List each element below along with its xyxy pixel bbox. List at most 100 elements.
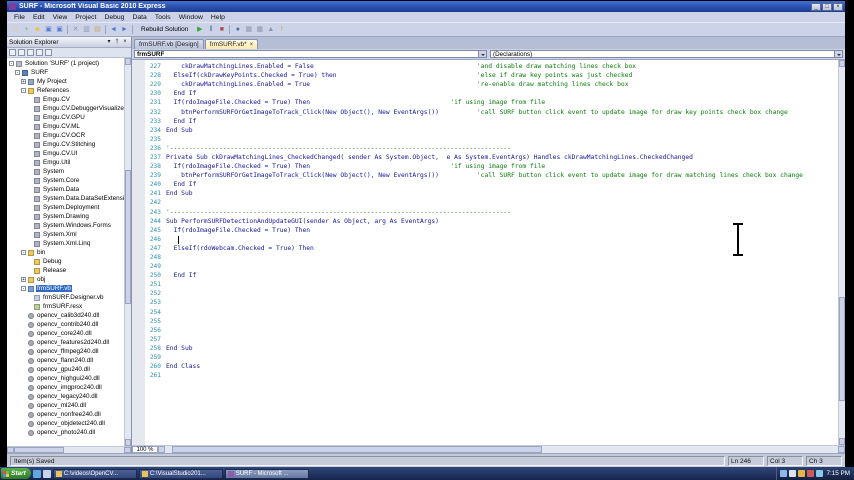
tree-item[interactable]: System.Drawing (7, 212, 124, 221)
tree-item[interactable]: opencv_photo240.dll (7, 428, 124, 437)
code-line[interactable]: 231 If(rdoImageFile.Checked = True) Then… (145, 98, 838, 107)
tree-item[interactable]: Emgu.Util (7, 158, 124, 167)
scroll-left-icon[interactable] (158, 446, 165, 453)
code-line[interactable]: 240 End If (145, 180, 838, 189)
toolbar-error-list-icon[interactable]: ! (276, 24, 287, 35)
chevron-down-icon[interactable] (834, 51, 842, 57)
tree-item[interactable]: Debug (7, 257, 124, 266)
tray-icon-1[interactable] (779, 470, 787, 477)
se-tool-view-code-icon[interactable] (36, 49, 43, 56)
tree-item[interactable]: Emgu.CV (7, 95, 124, 104)
tree-expander-icon[interactable]: + (21, 79, 26, 85)
code-line[interactable]: 234 End Sub (145, 126, 838, 135)
editor-vertical-scrollbar[interactable] (838, 60, 845, 445)
code-line[interactable]: 253 (145, 298, 838, 307)
tree-item[interactable]: Emgu.CV.ML (7, 122, 124, 131)
menu-item-view[interactable]: View (49, 14, 72, 21)
tree-item[interactable]: Emgu.CV.DebuggerVisualizers (7, 104, 124, 113)
code-line[interactable]: 259 (145, 353, 838, 362)
scroll-down-icon[interactable] (125, 439, 131, 446)
tree-item[interactable]: Emgu.CV.GPU (7, 113, 124, 122)
editor-horizontal-scrollbar[interactable]: 100 % (132, 445, 845, 453)
tree-item[interactable]: Emgu.CV.Stitching (7, 140, 124, 149)
toolbar-copy-icon[interactable]: ▥ (81, 24, 92, 35)
tree-item[interactable]: opencv_ffmpeg240.dll (7, 347, 124, 356)
document-tab[interactable]: frmSURF.vb [Design] (134, 39, 204, 49)
se-tool-refresh-icon[interactable] (27, 49, 34, 56)
titlebar-close-button[interactable]: × (833, 2, 843, 11)
code-line[interactable]: 239 btnPerformSURFOrGetImageToTrack_Clic… (145, 171, 838, 180)
toolbar-add-item-icon[interactable]: + (21, 24, 32, 35)
toolbar-break-all-icon[interactable]: ‖ (205, 24, 216, 35)
tree-expander-icon[interactable]: - (21, 250, 26, 256)
tree-item[interactable]: - References (7, 86, 124, 95)
object-dropdown[interactable]: frmSURF (134, 50, 487, 58)
se-tool-show-all-files-icon[interactable] (18, 49, 25, 56)
tree-item[interactable]: opencv_contrib240.dll (7, 320, 124, 329)
code-line[interactable]: 227 ckDrawMatchingLines.Enabled = False … (145, 62, 838, 71)
menu-item-project[interactable]: Project (71, 14, 100, 21)
code-line[interactable]: 241 End Sub (145, 189, 838, 198)
tray-icon-2[interactable] (788, 470, 796, 477)
tree-item[interactable]: opencv_gpu240.dll (7, 365, 124, 374)
tree-item[interactable]: System (7, 167, 124, 176)
code-line[interactable]: 229 ckDrawMatchingLines.Enabled = True '… (145, 80, 838, 89)
tab-close-icon[interactable]: × (250, 42, 254, 48)
toolbar-find-icon[interactable]: ● (232, 24, 243, 35)
code-line[interactable]: 242 (145, 198, 838, 207)
tree-expander-icon[interactable]: - (21, 88, 26, 94)
tree-item[interactable]: opencv_legacy240.dll (7, 392, 124, 401)
scroll-down-icon[interactable] (839, 438, 845, 445)
toolbar-toolbox-icon[interactable]: ▲ (265, 24, 276, 35)
tree-item[interactable]: opencv_highgui240.dll (7, 374, 124, 383)
code-line[interactable]: 256 (145, 326, 838, 335)
close-icon[interactable]: × (121, 38, 129, 46)
code-line[interactable]: 228 ElseIf(ckDrawKeyPoints.Checked = Tru… (145, 71, 838, 80)
se-tool-properties-icon[interactable] (9, 49, 16, 56)
scroll-thumb[interactable] (171, 446, 542, 453)
tree-expander-icon[interactable]: - (9, 61, 14, 67)
toolbar-stop-icon[interactable]: ■ (216, 24, 227, 35)
tree-item[interactable]: + obj (7, 275, 124, 284)
tree-item[interactable]: System.Deployment (7, 203, 124, 212)
taskbar-button[interactable]: SURF - Microsoft ... (224, 468, 309, 479)
scroll-thumb[interactable] (14, 447, 64, 453)
taskbar-button[interactable]: C:\VisualStudio201... (138, 468, 223, 479)
tree-item[interactable]: opencv_objdetect240.dll (7, 419, 124, 428)
tree-item[interactable]: opencv_flann240.dll (7, 356, 124, 365)
toolbar-save-all-icon[interactable]: ▣ (54, 24, 65, 35)
chevron-down-icon[interactable] (478, 51, 486, 57)
code-line[interactable]: 255 (145, 317, 838, 326)
tree-item[interactable]: opencv_calib3d240.dll (7, 311, 124, 320)
tree-item[interactable]: System.Data.DataSetExtensions (7, 194, 124, 203)
taskbar-button[interactable]: C:\videos\OpenCV... (52, 468, 137, 479)
document-tab[interactable]: frmSURF.vb* × (204, 39, 259, 49)
tree-item[interactable]: opencv_core240.dll (7, 329, 124, 338)
scroll-right-icon[interactable] (838, 446, 845, 453)
tree-item[interactable]: - frmSURF.vb (7, 284, 124, 293)
menu-item-tools[interactable]: Tools (151, 14, 175, 21)
scroll-up-icon[interactable] (125, 58, 131, 65)
code-line[interactable]: 238 If(rdoImageFile.Checked = True) Then… (145, 162, 838, 171)
tree-item[interactable]: opencv_nonfree240.dll (7, 410, 124, 419)
code-line[interactable]: 230 End If (145, 89, 838, 98)
tree-item[interactable]: + My Project (7, 77, 124, 86)
toolbar-open-file-icon[interactable]: ◆ (32, 24, 43, 35)
code-line[interactable]: 254 (145, 308, 838, 317)
tree-expander-icon[interactable]: - (21, 286, 26, 292)
menu-item-file[interactable]: File (10, 14, 29, 21)
menu-item-debug[interactable]: Debug (100, 14, 128, 21)
toolbar-run-icon[interactable]: ▶ (194, 24, 205, 35)
code-line[interactable]: 232 btnPerformSURFOrGetImageToTrack_Clic… (145, 107, 838, 116)
tree-item[interactable]: - Solution 'SURF' (1 project) (7, 59, 124, 68)
window-menu-icon[interactable]: ▾ (105, 38, 113, 46)
toolbar-redo-icon[interactable]: ► (119, 24, 130, 35)
tree-item[interactable]: opencv_features2d240.dll (7, 338, 124, 347)
code-line[interactable]: 243 '------------------------------------… (145, 208, 838, 217)
toolbar-save-icon[interactable]: ▣ (43, 24, 54, 35)
scroll-track[interactable] (165, 446, 838, 453)
show-desktop-icon[interactable] (42, 469, 51, 478)
menu-item-window[interactable]: Window (175, 14, 207, 21)
pin-icon[interactable]: † (113, 38, 121, 46)
menu-item-edit[interactable]: Edit (29, 14, 49, 21)
